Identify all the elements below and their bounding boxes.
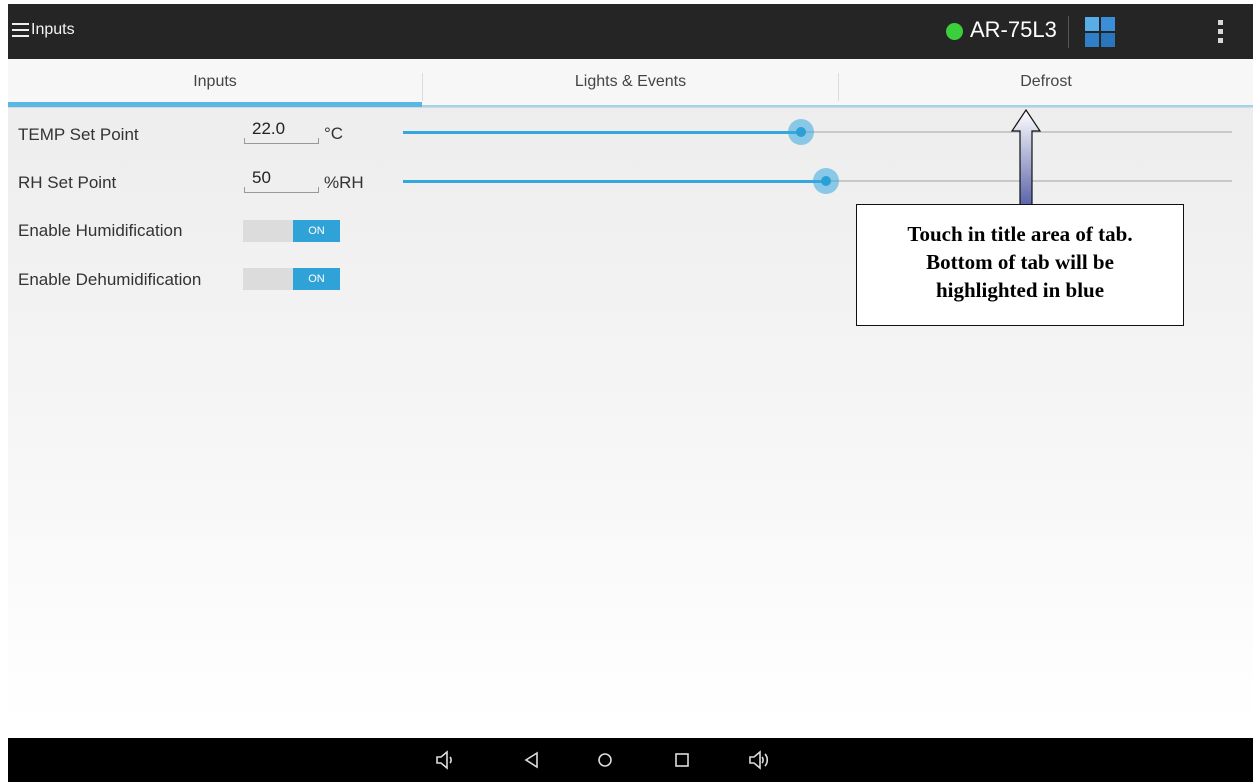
rh-setpoint-input[interactable]: 50 — [244, 168, 319, 193]
tab-bar-underline — [422, 105, 1253, 107]
callout-line: Touch in title area of tab. — [907, 222, 1133, 246]
home-icon[interactable] — [594, 749, 616, 771]
recents-icon[interactable] — [671, 749, 693, 771]
rh-slider-fill — [403, 180, 826, 183]
volume-up-icon[interactable] — [748, 749, 770, 771]
page-title: Inputs — [31, 21, 75, 38]
device-name[interactable]: AR-75L3 — [970, 17, 1057, 43]
connection-status-icon — [946, 23, 963, 40]
temp-setpoint-slider[interactable] — [403, 119, 1232, 145]
rh-slider-thumb[interactable] — [812, 168, 839, 194]
action-bar-divider — [1068, 16, 1069, 48]
temp-setpoint-label: TEMP Set Point — [18, 125, 139, 144]
temp-slider-fill — [403, 131, 801, 134]
rh-setpoint-slider[interactable] — [403, 168, 1232, 194]
tab-defrost[interactable]: Defrost — [839, 59, 1253, 107]
instruction-callout: Touch in title area of tab. Bottom of ta… — [856, 204, 1184, 326]
rh-setpoint-label: RH Set Point — [18, 173, 117, 192]
temp-unit-label: °C — [324, 124, 344, 143]
humidification-toggle-state: ON — [293, 220, 340, 242]
callout-line: Bottom of tab will be — [926, 250, 1114, 274]
temp-setpoint-value: 22.0 — [252, 119, 286, 138]
temp-slider-thumb[interactable] — [787, 119, 814, 145]
tab-lights-events[interactable]: Lights & Events — [423, 59, 838, 107]
callout-arrow-icon — [1010, 109, 1042, 209]
rh-unit-label: %RH — [324, 173, 364, 192]
rh-setpoint-value: 50 — [252, 168, 271, 187]
humidification-label: Enable Humidification — [18, 221, 183, 240]
system-nav-bar — [8, 738, 1253, 782]
volume-down-icon[interactable] — [435, 749, 457, 771]
humidification-toggle[interactable]: ON — [243, 220, 340, 242]
dehumidification-toggle-state: ON — [293, 268, 340, 290]
app-screen: Inputs AR-75L3 Inputs Lights & Events De… — [8, 4, 1253, 782]
windows-icon[interactable] — [1085, 17, 1115, 47]
tab-bar: Inputs Lights & Events Defrost — [8, 59, 1253, 108]
temp-setpoint-input[interactable]: 22.0 — [244, 119, 319, 144]
overflow-menu-icon[interactable] — [1218, 20, 1224, 44]
dehumidification-label: Enable Dehumidification — [18, 270, 202, 289]
selected-tab-indicator — [8, 102, 422, 107]
tab-inputs[interactable]: Inputs — [8, 59, 422, 107]
hamburger-menu-icon[interactable] — [12, 23, 29, 37]
callout-line: highlighted in blue — [935, 278, 1105, 302]
back-icon[interactable] — [521, 749, 543, 771]
dehumidification-toggle[interactable]: ON — [243, 268, 340, 290]
action-bar: Inputs AR-75L3 — [8, 4, 1253, 59]
